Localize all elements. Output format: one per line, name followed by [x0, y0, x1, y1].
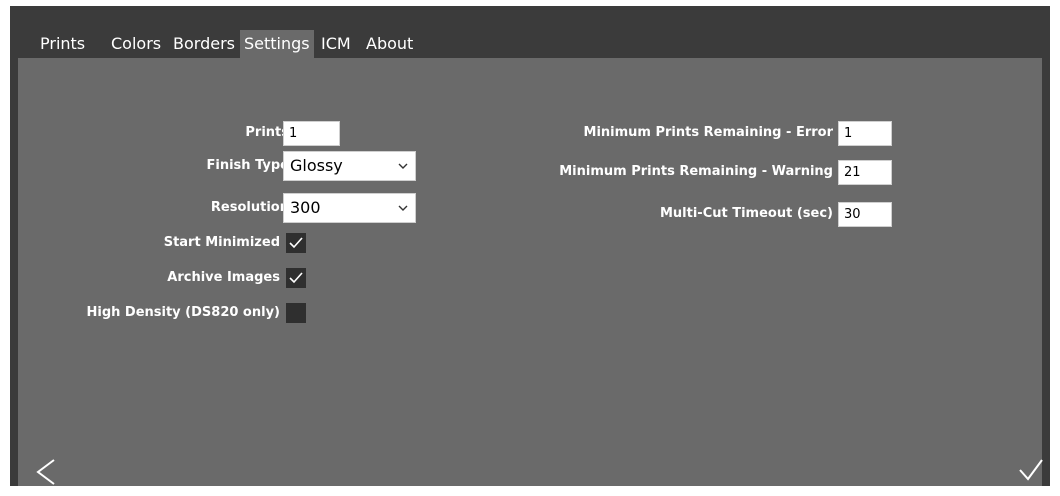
- app-window: Prints Colors Borders Settings ICM About…: [10, 6, 1050, 486]
- settings-panel: Prints Finish Type Glossy Resolution 300…: [18, 58, 1044, 486]
- chevron-left-icon[interactable]: [34, 458, 58, 486]
- multicut-timeout-label: Multi-Cut Timeout (sec): [659, 206, 833, 221]
- chevron-down-icon: [398, 205, 408, 211]
- high-density-checkbox[interactable]: [286, 303, 306, 323]
- start-minimized-label: Start Minimized: [163, 235, 280, 250]
- chevron-down-icon: [398, 163, 408, 169]
- checkmark-icon: [289, 272, 303, 284]
- resolution-value: 300: [290, 198, 321, 217]
- tab-colors[interactable]: Colors: [107, 30, 165, 58]
- high-density-label: High Density (DS820 only): [86, 305, 280, 320]
- start-minimized-checkbox[interactable]: [286, 233, 306, 253]
- finish-type-select[interactable]: Glossy: [283, 151, 416, 181]
- resolution-select[interactable]: 300: [283, 193, 416, 223]
- prints-input[interactable]: [283, 121, 340, 146]
- min-prints-warning-input[interactable]: [838, 160, 892, 185]
- finish-type-value: Glossy: [290, 156, 343, 175]
- checkmark-icon[interactable]: [1018, 458, 1044, 482]
- resolution-label: Resolution: [210, 200, 289, 215]
- tab-icm[interactable]: ICM: [317, 30, 355, 58]
- min-prints-warning-label: Minimum Prints Remaining - Warning: [559, 164, 833, 179]
- finish-type-label: Finish Type: [206, 158, 290, 173]
- archive-images-checkbox[interactable]: [286, 268, 306, 288]
- multicut-timeout-input[interactable]: [838, 202, 892, 227]
- min-prints-error-input[interactable]: [838, 121, 892, 146]
- tab-about[interactable]: About: [362, 30, 417, 58]
- tab-settings[interactable]: Settings: [240, 30, 314, 58]
- min-prints-error-label: Minimum Prints Remaining - Error: [583, 125, 833, 140]
- tab-prints[interactable]: Prints: [36, 30, 89, 58]
- tab-borders[interactable]: Borders: [169, 30, 239, 58]
- archive-images-label: Archive Images: [167, 270, 280, 285]
- checkmark-icon: [289, 237, 303, 249]
- tab-bar: Prints Colors Borders Settings ICM About: [10, 30, 1050, 58]
